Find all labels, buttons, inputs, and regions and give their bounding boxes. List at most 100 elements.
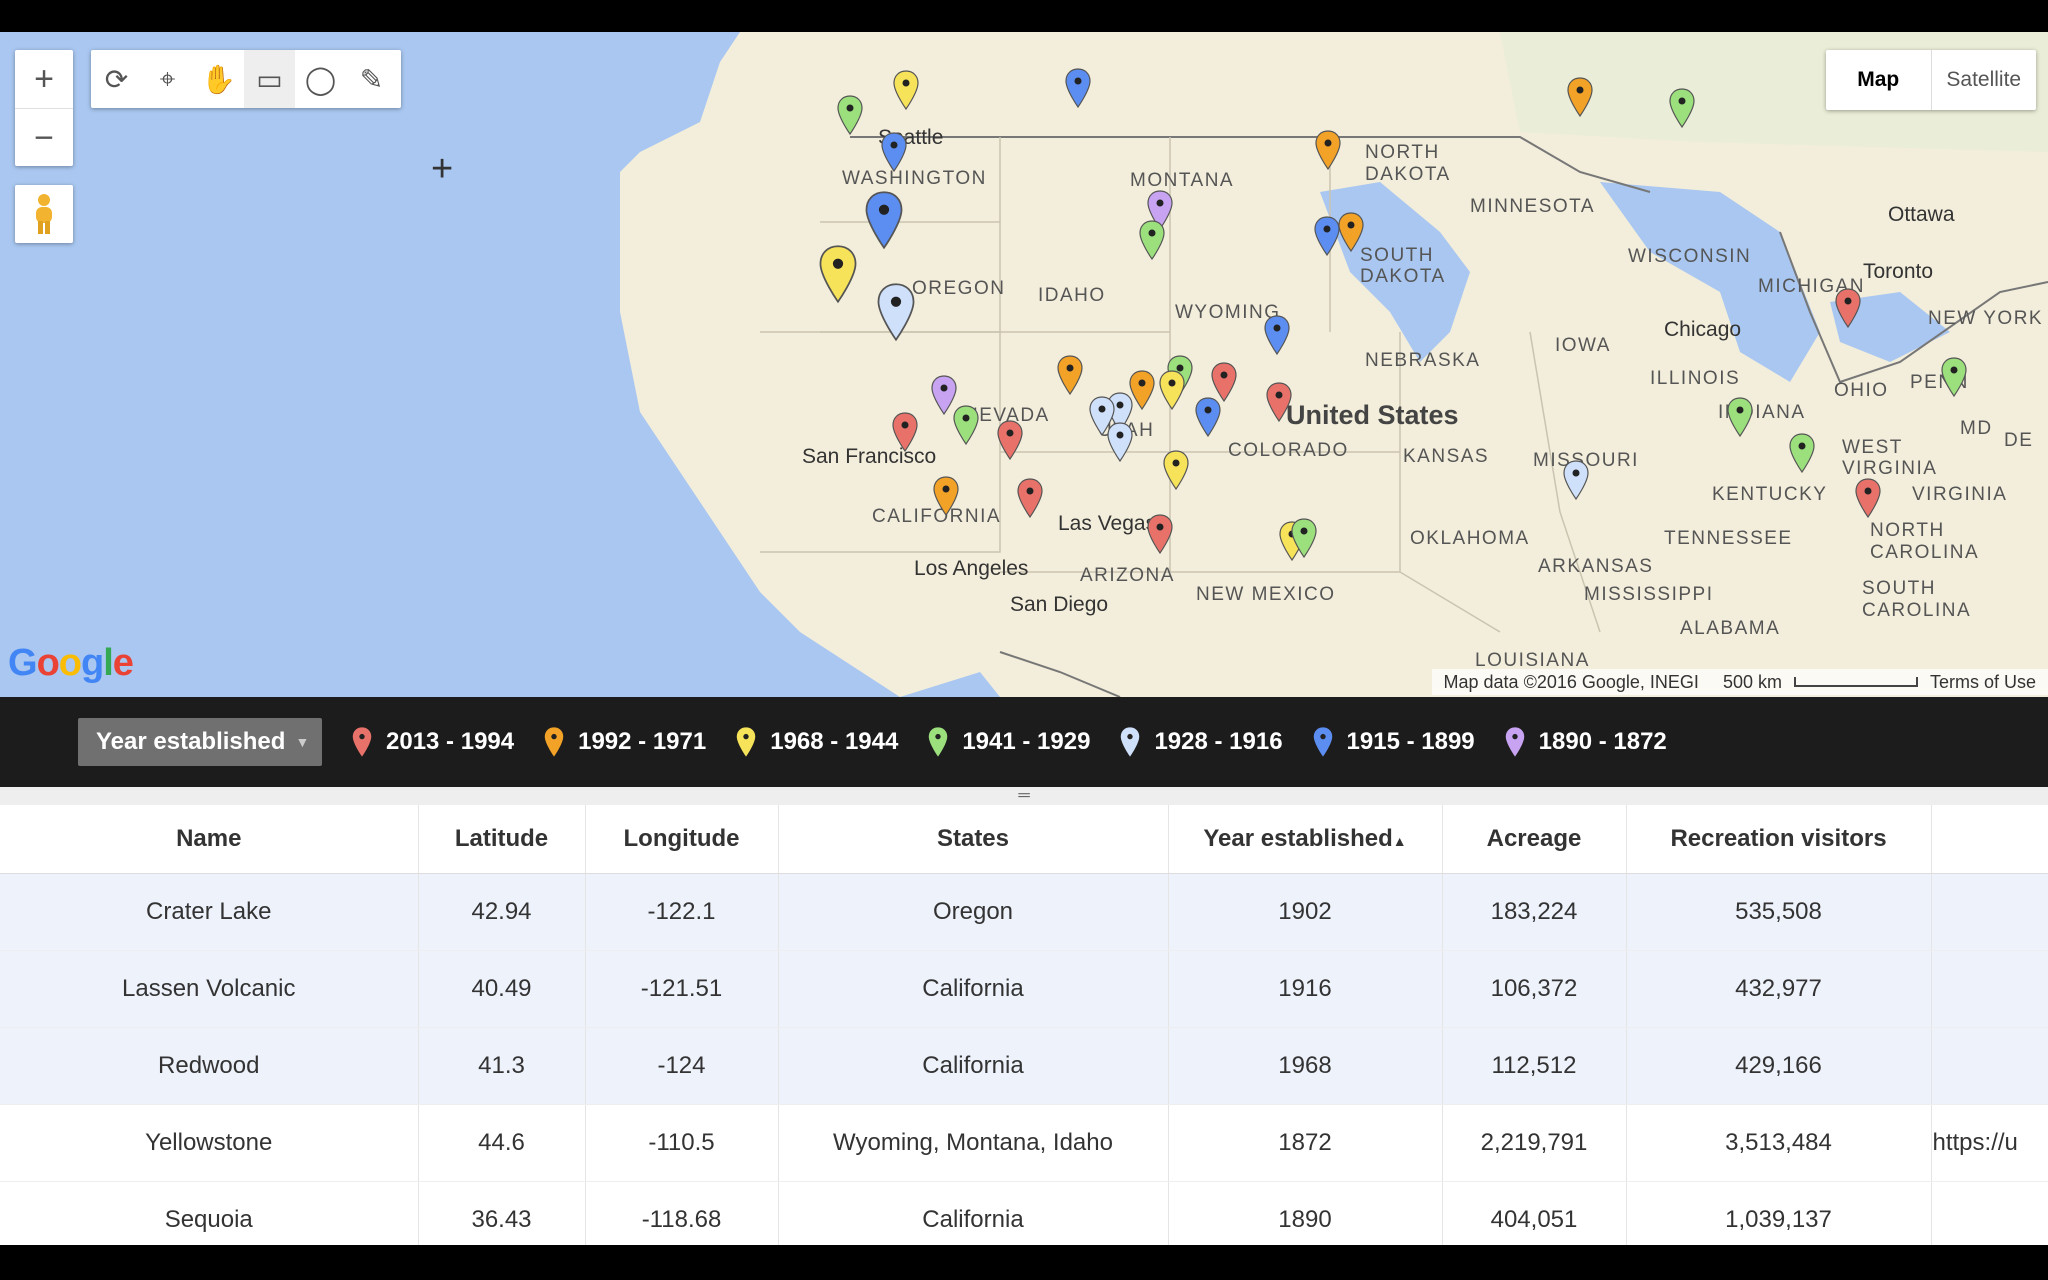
rectangle-icon[interactable]: ▭	[244, 50, 295, 108]
table-cell: 112,512	[1442, 1027, 1627, 1105]
legend-item-0[interactable]: 2013 - 1994	[352, 726, 514, 758]
map-label-san-diego: San Diego	[1010, 593, 1109, 616]
park-marker-pin[interactable]	[819, 244, 857, 304]
table-row[interactable]: Yellowstone 44.6 -110.5 Wyoming, Montana, I…	[0, 1104, 2048, 1182]
table-row[interactable]: Crater Lake 42.94 -122.1 Oregon 1902 183,224 5…	[0, 873, 2048, 951]
map-label-iowa: IOWA	[1555, 335, 1611, 356]
map-label-arizona: ARIZONA	[1080, 565, 1175, 586]
hand-icon[interactable]: ✋	[193, 50, 244, 108]
park-marker-pin[interactable]	[1139, 220, 1165, 261]
table-cell: 3,513,484	[1626, 1104, 1932, 1182]
column-header-year-established[interactable]: Year established▲	[1168, 805, 1443, 874]
park-marker-pin[interactable]	[1211, 362, 1237, 403]
park-marker-pin[interactable]	[1567, 77, 1593, 118]
park-marker-pin[interactable]	[865, 190, 903, 250]
table-cell: 44.6	[418, 1104, 586, 1182]
map-type-map-button[interactable]: Map	[1826, 50, 1931, 110]
park-marker-pin[interactable]	[1057, 355, 1083, 396]
table-row[interactable]: Redwood 41.3 -124 California 1968 112,512 429,…	[0, 1027, 2048, 1105]
park-marker-pin[interactable]	[1315, 130, 1341, 171]
map-label-new-mexico: NEW MEXICO	[1196, 584, 1336, 605]
table-cell: Yellowstone	[0, 1104, 419, 1182]
table-cell: 106,372	[1442, 950, 1627, 1028]
map-label-de: DE	[2004, 430, 2034, 451]
map-label-united-states: United States	[1286, 400, 1459, 430]
park-marker-pin[interactable]	[1789, 433, 1815, 474]
park-marker-pin[interactable]	[1291, 518, 1317, 559]
column-header-recreation-visitors[interactable]: Recreation visitors	[1626, 805, 1932, 874]
map-label-north-carolina-2: CAROLINA	[1870, 542, 1980, 563]
year-established-dropdown[interactable]: Year established ▼	[78, 718, 322, 766]
park-marker-pin[interactable]	[1727, 397, 1753, 438]
park-marker-pin[interactable]	[1147, 514, 1173, 555]
park-marker-pin[interactable]	[1314, 216, 1340, 257]
google-logo: Google	[8, 642, 134, 684]
column-header-extra[interactable]	[1931, 805, 2048, 874]
zoom-control: + −	[15, 50, 73, 166]
legend-item-5[interactable]: 1915 - 1899	[1313, 726, 1475, 758]
park-marker-pin[interactable]	[1163, 450, 1189, 491]
column-header-states[interactable]: States	[778, 805, 1169, 874]
column-header-label: Latitude	[454, 825, 549, 852]
zoom-out-button[interactable]: −	[15, 109, 73, 167]
park-marker-pin[interactable]	[1855, 478, 1881, 519]
street-view-button[interactable]	[15, 185, 73, 243]
column-header-acreage[interactable]: Acreage	[1442, 805, 1627, 874]
scale-label[interactable]: 500 km	[1711, 672, 1794, 693]
locate-icon[interactable]: ⌖	[142, 50, 193, 108]
park-marker-pin[interactable]	[893, 70, 919, 111]
park-marker-pin[interactable]	[1159, 370, 1185, 411]
park-marker-pin[interactable]	[892, 412, 918, 453]
park-marker-pin[interactable]	[933, 476, 959, 517]
park-marker-pin[interactable]	[953, 405, 979, 446]
map-type-satellite-button[interactable]: Satellite	[1930, 50, 2037, 110]
legend-pin-icon	[929, 727, 948, 757]
park-marker-pin[interactable]	[837, 95, 863, 136]
terms-link[interactable]: Terms of Use	[1918, 672, 2048, 693]
table-row[interactable]: Sequoia 36.43 -118.68 California 1890 404,051…	[0, 1181, 2048, 1245]
zoom-in-button[interactable]: +	[15, 50, 73, 109]
table-row[interactable]: Lassen Volcanic 40.49 -121.51 California 191…	[0, 950, 2048, 1028]
map-view[interactable]: ONTARIONORTHDAKOTAMINNESOTAMONTANAWASHIN…	[0, 32, 2048, 697]
park-marker-pin[interactable]	[1835, 288, 1861, 329]
park-marker-pin[interactable]	[877, 282, 915, 342]
map-label-north-dakota-2: DAKOTA	[1365, 164, 1451, 185]
legend-item-3[interactable]: 1941 - 1929	[928, 726, 1090, 758]
park-marker-pin[interactable]	[1266, 382, 1292, 423]
table-cell: https://u	[1931, 1104, 2048, 1182]
pegman-icon	[36, 194, 52, 234]
park-marker-pin[interactable]	[1669, 88, 1695, 129]
column-header-latitude[interactable]: Latitude	[418, 805, 586, 874]
park-marker-pin[interactable]	[1563, 460, 1589, 501]
park-marker-pin[interactable]	[1107, 422, 1133, 463]
table-cell: -122.1	[585, 873, 779, 951]
map-label-minnesota: MINNESOTA	[1470, 196, 1596, 217]
refresh-icon[interactable]: ⟳	[91, 50, 142, 108]
legend-item-4[interactable]: 1928 - 1916	[1120, 726, 1283, 758]
legend-item-1[interactable]: 1992 - 1971	[544, 726, 706, 758]
legend-pin-icon	[1505, 727, 1524, 757]
map-label-new-york: NEW YORK	[1928, 308, 2044, 329]
legend-item-2[interactable]: 1968 - 1944	[736, 726, 898, 758]
pencil-icon[interactable]: ✎	[346, 50, 397, 108]
legend-pin-icon	[352, 727, 372, 757]
map-label-montana: MONTANA	[1130, 170, 1235, 191]
map-label-virginia: VIRGINIA	[1912, 484, 2008, 505]
park-marker-pin[interactable]	[1338, 212, 1364, 253]
circle-icon[interactable]: ◯	[295, 50, 346, 108]
column-header-longitude[interactable]: Longitude	[585, 805, 779, 874]
park-marker-pin[interactable]	[1195, 397, 1221, 438]
column-header-label: Year established	[1203, 825, 1393, 852]
park-marker-pin[interactable]	[1264, 315, 1290, 356]
park-marker-pin[interactable]	[1017, 478, 1043, 519]
legend-item-6[interactable]: 1890 - 1872	[1505, 726, 1667, 758]
park-marker-pin[interactable]	[881, 132, 907, 173]
park-marker-pin[interactable]	[997, 420, 1023, 461]
table-cell: 42.94	[418, 873, 586, 951]
park-marker-pin[interactable]	[1065, 68, 1091, 109]
legend-item-label: 1890 - 1872	[1538, 728, 1667, 755]
column-header-name[interactable]: Name	[0, 805, 419, 874]
map-label-alabama: ALABAMA	[1680, 618, 1781, 639]
resize-handle[interactable]: ═	[0, 787, 2048, 806]
park-marker-pin[interactable]	[1941, 357, 1967, 398]
